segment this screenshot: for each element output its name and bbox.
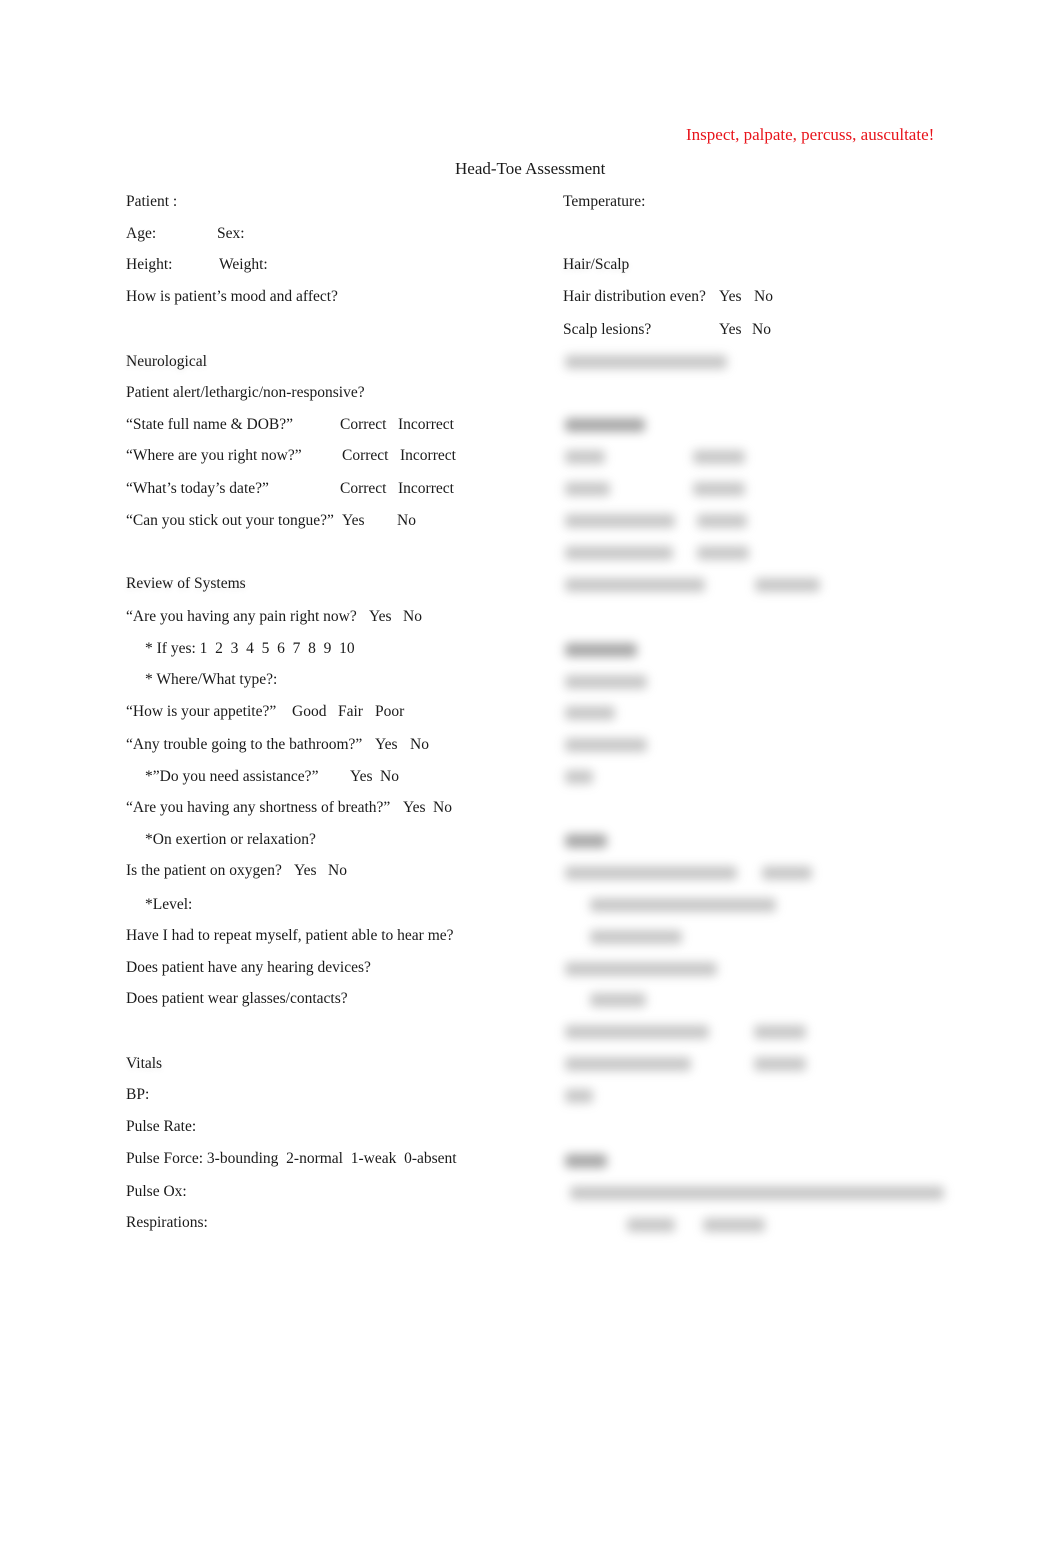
- oxygen-question: Is the patient on oxygen?: [126, 862, 282, 879]
- hair-distribution-question: Hair distribution even?: [563, 288, 706, 305]
- option-no[interactable]: No: [403, 607, 422, 627]
- bathroom-question: “Any trouble going to the bathroom?”: [126, 736, 363, 753]
- option-yes[interactable]: Yes: [375, 735, 398, 755]
- option-yes[interactable]: Yes: [719, 320, 742, 340]
- oxygen-level: *Level:: [145, 896, 193, 913]
- option-no[interactable]: No: [433, 798, 452, 818]
- option-no[interactable]: No: [752, 320, 771, 340]
- option-correct[interactable]: Correct: [340, 415, 386, 435]
- exertion-question: *On exertion or relaxation?: [145, 831, 316, 848]
- scalp-lesions-question: Scalp lesions?: [563, 321, 652, 338]
- age-label: Age:: [126, 225, 157, 242]
- pain-question: “Are you having any pain right now?: [126, 608, 357, 625]
- option-incorrect[interactable]: Incorrect: [398, 479, 454, 499]
- glasses-question: Does patient wear glasses/contacts?: [126, 990, 348, 1007]
- patient-label: Patient :: [126, 193, 178, 210]
- assistance-question: *”Do you need assistance?”: [145, 768, 319, 785]
- temperature-label: Temperature:: [563, 193, 646, 210]
- option-no[interactable]: No: [328, 861, 347, 881]
- pain-scale[interactable]: * If yes: 1 2 3 4 5 6 7 8 9 10: [145, 639, 355, 659]
- pulse-ox-label: Pulse Ox:: [126, 1183, 187, 1200]
- option-incorrect[interactable]: Incorrect: [398, 415, 454, 435]
- mood-question: How is patient’s mood and affect?: [126, 288, 338, 305]
- neuro-question: “State full name & DOB?”: [126, 416, 294, 433]
- pulse-force-scale: Pulse Force: 3-bounding 2-normal 1-weak …: [126, 1150, 457, 1167]
- neurological-heading: Neurological: [126, 353, 207, 370]
- sex-label: Sex:: [217, 225, 245, 242]
- neuro-question: “What’s today’s date?”: [126, 480, 269, 497]
- neuro-question: “Where are you right now?”: [126, 447, 302, 464]
- height-label: Height:: [126, 256, 173, 273]
- weight-label: Weight:: [219, 256, 268, 273]
- respirations-label: Respirations:: [126, 1214, 208, 1231]
- option-yes[interactable]: Yes: [369, 607, 392, 627]
- option-poor[interactable]: Poor: [375, 702, 404, 722]
- option-yes[interactable]: Yes: [719, 287, 742, 307]
- alert-question: Patient alert/lethargic/non-responsive?: [126, 384, 365, 401]
- option-yes[interactable]: Yes: [403, 798, 426, 818]
- page-title: Head-Toe Assessment: [455, 159, 606, 178]
- bp-label: BP:: [126, 1086, 150, 1103]
- pulse-rate-label: Pulse Rate:: [126, 1118, 197, 1135]
- pain-location: * Where/What type?:: [145, 671, 278, 688]
- appetite-question: “How is your appetite?”: [126, 703, 277, 720]
- repeat-question: Have I had to repeat myself, patient abl…: [126, 927, 454, 944]
- option-no[interactable]: No: [754, 287, 773, 307]
- option-fair[interactable]: Fair: [338, 702, 363, 722]
- option-yes[interactable]: Yes: [342, 511, 365, 531]
- option-incorrect[interactable]: Incorrect: [400, 446, 456, 466]
- hearing-question: Does patient have any hearing devices?: [126, 959, 371, 976]
- option-correct[interactable]: Correct: [342, 446, 388, 466]
- option-no[interactable]: No: [397, 511, 416, 531]
- neuro-question: “Can you stick out your tongue?”: [126, 512, 334, 529]
- option-yes[interactable]: Yes: [294, 861, 317, 881]
- reminder-text: Inspect, palpate, percuss, auscultate!: [686, 125, 935, 144]
- option-no[interactable]: No: [410, 735, 429, 755]
- review-of-systems-heading: Review of Systems: [126, 575, 246, 592]
- hair-scalp-heading: Hair/Scalp: [563, 256, 630, 273]
- breath-question: “Are you having any shortness of breath?…: [126, 799, 391, 816]
- option-no[interactable]: No: [380, 767, 399, 787]
- option-yes[interactable]: Yes: [350, 767, 373, 787]
- option-correct[interactable]: Correct: [340, 479, 386, 499]
- option-good[interactable]: Good: [292, 702, 326, 722]
- vitals-heading: Vitals: [126, 1055, 163, 1072]
